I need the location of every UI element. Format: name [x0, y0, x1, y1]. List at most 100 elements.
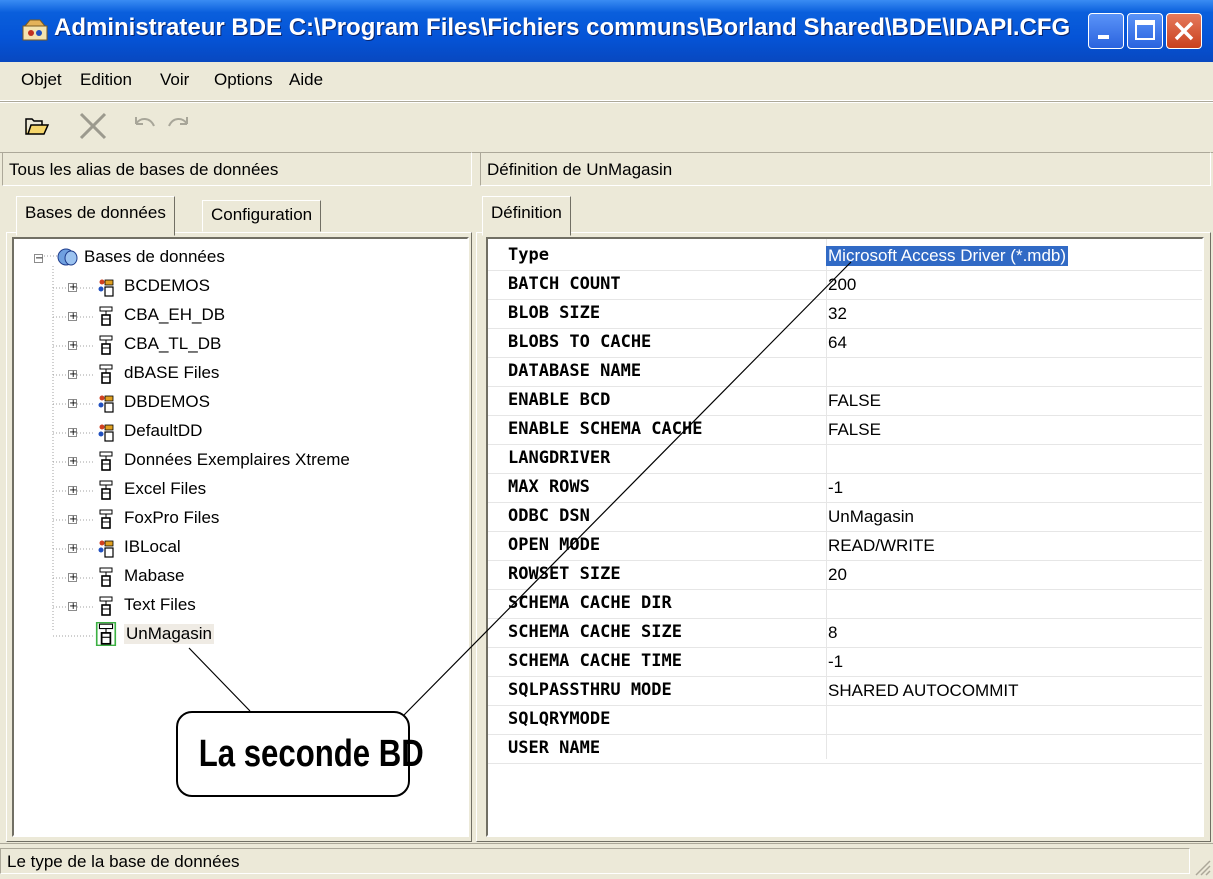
- tree-item-label: BCDEMOS: [124, 276, 210, 295]
- property-grid[interactable]: Type Microsoft Access Driver (*.mdb) BATCH…: [486, 237, 1204, 837]
- property-row[interactable]: USER NAME: [488, 735, 1202, 764]
- property-value[interactable]: -1: [828, 652, 843, 672]
- property-value[interactable]: 8: [828, 623, 837, 643]
- menu-objet[interactable]: Objet: [21, 70, 62, 90]
- open-folder-icon[interactable]: [24, 112, 50, 140]
- tree-root-label: Bases de données: [84, 247, 225, 266]
- property-row[interactable]: SCHEMA CACHE TIME -1: [488, 648, 1202, 677]
- property-row[interactable]: ODBC DSN UnMagasin: [488, 503, 1202, 532]
- property-key: SCHEMA CACHE TIME: [508, 651, 682, 671]
- property-row[interactable]: OPEN MODE READ/WRITE: [488, 532, 1202, 561]
- collapse-icon[interactable]: −: [34, 254, 43, 264]
- close-button[interactable]: [1166, 13, 1202, 49]
- odbc-db-icon: [99, 509, 113, 529]
- property-row[interactable]: BLOBS TO CACHE 64: [488, 329, 1202, 358]
- title-bar[interactable]: Administrateur BDE C:\Program Files\Fich…: [0, 0, 1213, 62]
- tree-item[interactable]: + CBA_TL_DB: [14, 331, 464, 360]
- resize-grip-icon[interactable]: [1193, 858, 1211, 876]
- databases-root-icon: [57, 248, 78, 266]
- property-row[interactable]: LANGDRIVER: [488, 445, 1202, 474]
- property-row[interactable]: DATABASE NAME: [488, 358, 1202, 387]
- menu-voir[interactable]: Voir: [160, 70, 189, 90]
- property-row[interactable]: BATCH COUNT 200: [488, 271, 1202, 300]
- bde-administrator-window: Administrateur BDE C:\Program Files\Fich…: [0, 0, 1213, 878]
- odbc-db-icon: [99, 306, 113, 326]
- maximize-button[interactable]: [1127, 13, 1163, 49]
- property-value[interactable]: FALSE: [828, 391, 881, 411]
- tree-item[interactable]: UnMagasin: [14, 621, 464, 650]
- property-key: SCHEMA CACHE SIZE: [508, 622, 682, 642]
- right-panel-header: Définition de UnMagasin: [480, 152, 1211, 186]
- expand-icon[interactable]: +: [68, 370, 77, 380]
- expand-icon[interactable]: +: [68, 341, 77, 351]
- expand-icon[interactable]: +: [68, 602, 77, 612]
- property-row[interactable]: ROWSET SIZE 20: [488, 561, 1202, 590]
- minimize-button[interactable]: [1088, 13, 1124, 49]
- tree-item[interactable]: + dBASE Files: [14, 360, 464, 389]
- property-value[interactable]: 20: [828, 565, 847, 585]
- tree-item[interactable]: + Text Files: [14, 592, 464, 621]
- maximize-icon: [1135, 20, 1155, 40]
- undo-icon[interactable]: [132, 112, 158, 140]
- property-row[interactable]: SCHEMA CACHE SIZE 8: [488, 619, 1202, 648]
- property-row[interactable]: SCHEMA CACHE DIR: [488, 590, 1202, 619]
- property-value[interactable]: SHARED AUTOCOMMIT: [828, 681, 1018, 701]
- property-key: SQLPASSTHRU MODE: [508, 680, 672, 700]
- menu-edition[interactable]: Edition: [80, 70, 132, 90]
- tab-definition[interactable]: Définition: [482, 196, 571, 236]
- property-row[interactable]: MAX ROWS -1: [488, 474, 1202, 503]
- tree-item[interactable]: + FoxPro Files: [14, 505, 464, 534]
- tree-item[interactable]: + Données Exemplaires Xtreme: [14, 447, 464, 476]
- expand-icon[interactable]: +: [68, 399, 77, 409]
- tree-item[interactable]: + DefaultDD: [14, 418, 464, 447]
- tab-configuration[interactable]: Configuration: [202, 200, 322, 232]
- minimize-icon: [1098, 35, 1109, 39]
- tree-item[interactable]: + Excel Files: [14, 476, 464, 505]
- property-row[interactable]: SQLQRYMODE: [488, 706, 1202, 735]
- menu-options[interactable]: Options: [214, 70, 273, 90]
- tree-item[interactable]: + DBDEMOS: [14, 389, 464, 418]
- menu-aide[interactable]: Aide: [289, 70, 323, 90]
- property-row[interactable]: Type Microsoft Access Driver (*.mdb): [488, 242, 1202, 271]
- property-row[interactable]: ENABLE SCHEMA CACHE FALSE: [488, 416, 1202, 445]
- redo-icon[interactable]: [165, 112, 191, 140]
- status-text: Le type de la base de données: [0, 848, 1190, 874]
- tree-item[interactable]: + Mabase: [14, 563, 464, 592]
- tree-root[interactable]: − Bases de données: [14, 244, 464, 273]
- window-title: Administrateur BDE C:\Program Files\Fich…: [54, 14, 1071, 41]
- tree-item[interactable]: + CBA_EH_DB: [14, 302, 464, 331]
- expand-icon[interactable]: +: [68, 573, 77, 583]
- property-row[interactable]: ENABLE BCD FALSE: [488, 387, 1202, 416]
- odbc-db-icon: [99, 480, 113, 500]
- expand-icon[interactable]: +: [68, 457, 77, 467]
- tab-bases-de-donnees[interactable]: Bases de données: [16, 196, 175, 236]
- tree-item-label: dBASE Files: [124, 363, 220, 382]
- property-value[interactable]: -1: [828, 478, 843, 498]
- property-value[interactable]: 32: [828, 304, 847, 324]
- expand-icon[interactable]: +: [68, 486, 77, 496]
- expand-icon[interactable]: +: [68, 283, 77, 293]
- property-value[interactable]: 64: [828, 333, 847, 353]
- property-row[interactable]: BLOB SIZE 32: [488, 300, 1202, 329]
- property-value[interactable]: 200: [828, 275, 856, 295]
- delete-icon[interactable]: [78, 112, 108, 140]
- tree-item[interactable]: + BCDEMOS: [14, 273, 464, 302]
- odbc-db-icon: [99, 364, 113, 384]
- expand-icon[interactable]: +: [68, 312, 77, 322]
- expand-icon[interactable]: +: [68, 515, 77, 525]
- tree-item[interactable]: + IBLocal: [14, 534, 464, 563]
- tree-item-label: CBA_TL_DB: [124, 334, 222, 353]
- property-value[interactable]: READ/WRITE: [828, 536, 935, 556]
- property-key: MAX ROWS: [508, 477, 590, 497]
- expand-icon[interactable]: +: [68, 428, 77, 438]
- property-value[interactable]: UnMagasin: [828, 507, 914, 527]
- odbc-db-icon: [95, 622, 117, 646]
- property-row[interactable]: SQLPASSTHRU MODE SHARED AUTOCOMMIT: [488, 677, 1202, 706]
- property-key: ENABLE BCD: [508, 390, 611, 410]
- sql-db-icon: [98, 279, 114, 297]
- expand-icon[interactable]: +: [68, 544, 77, 554]
- property-value[interactable]: FALSE: [828, 420, 881, 440]
- tree-item-label: FoxPro Files: [124, 508, 220, 527]
- property-value[interactable]: Microsoft Access Driver (*.mdb): [826, 246, 1069, 266]
- property-key: LANGDRIVER: [508, 448, 611, 468]
